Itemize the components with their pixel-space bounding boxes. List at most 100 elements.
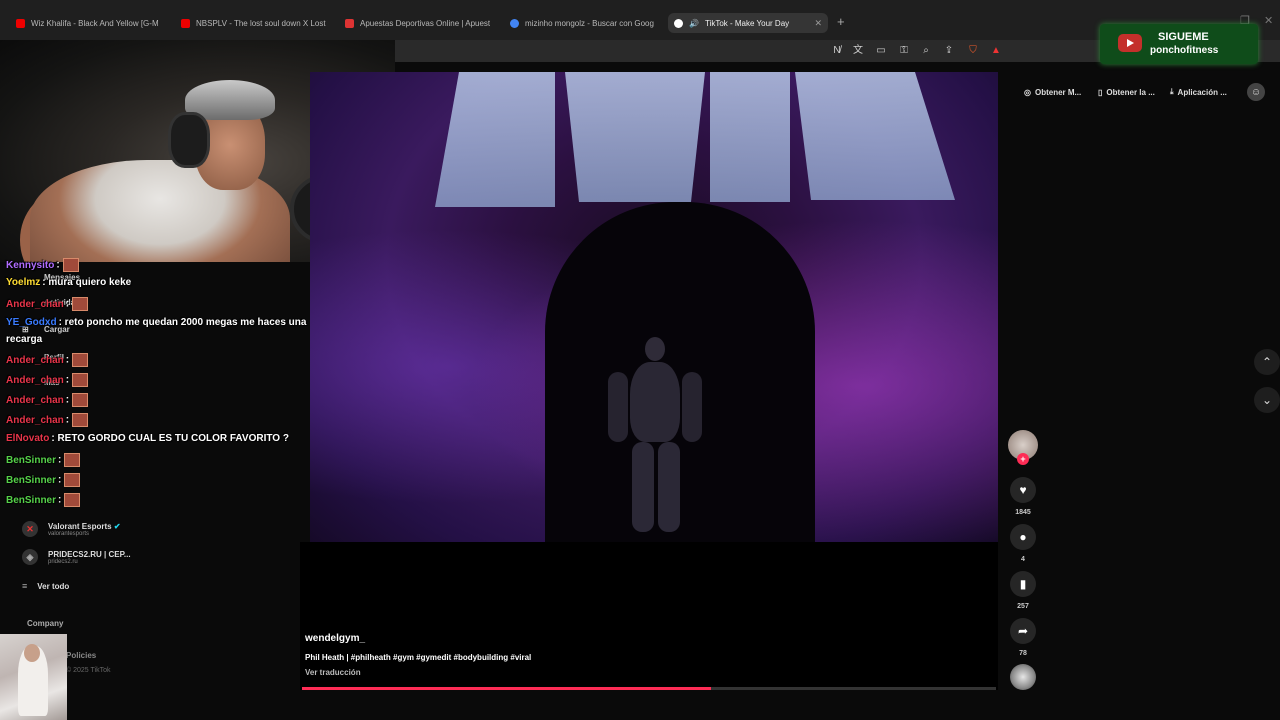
tab-0[interactable]: Wiz Khalifa - Black And Yellow [G-M xyxy=(10,13,170,33)
cast-icon[interactable]: ▭ xyxy=(874,44,888,58)
action-label: Aplicación ... xyxy=(1177,87,1227,97)
banner-channel: ponchofitness xyxy=(1150,45,1219,56)
chat-text: : xyxy=(58,494,62,506)
chat-username[interactable]: Yoelmz xyxy=(6,277,40,288)
chat-message: recarga xyxy=(6,334,42,345)
chat-username[interactable]: Ander_chan xyxy=(6,395,64,406)
save-count: 257 xyxy=(1017,603,1029,610)
key-icon[interactable]: ⚿ xyxy=(897,44,911,58)
footer-company[interactable]: Company xyxy=(27,619,63,628)
video-author[interactable]: wendelgym_ xyxy=(305,633,365,644)
chat-username[interactable]: YE_Godxd xyxy=(6,317,57,328)
chat-text: : mura quiero keke xyxy=(42,277,132,288)
footer-copyright: © 2025 TikTok xyxy=(66,667,111,674)
chevron-up-icon: ⌃ xyxy=(1261,355,1273,369)
pridecs2-avatar-icon: ◈ xyxy=(22,549,38,565)
close-tab-icon[interactable]: ✕ xyxy=(814,18,822,29)
see-all-label: Ver todo xyxy=(37,581,70,591)
save-button[interactable]: ▮ xyxy=(1010,571,1036,597)
tab-title: Wiz Khalifa - Black And Yellow [G-M xyxy=(31,18,159,28)
chat-message: BenSinner: xyxy=(6,453,81,467)
brave-shield-icon[interactable]: ⛉ xyxy=(966,44,980,58)
desktop-app-button[interactable]: ⤓ Aplicación ... xyxy=(1170,84,1227,100)
coin-icon: ◎ xyxy=(1024,87,1031,97)
bookmark-icon: ▮ xyxy=(1019,577,1027,591)
close-window-icon[interactable]: ✕ xyxy=(1264,14,1273,27)
bodybuilder-figure xyxy=(600,332,710,532)
video-player[interactable] xyxy=(310,72,998,542)
music-disc-icon[interactable] xyxy=(1010,664,1036,690)
chat-username[interactable]: Ander_chan xyxy=(6,355,64,366)
tab-1[interactable]: NBSPLV - The lost soul down X Lost xyxy=(175,13,335,33)
get-app-button[interactable]: ▯ Obtener la ... xyxy=(1098,84,1155,100)
chat-text: : RETO GORDO CUAL ES TU COLOR FAVORITO ? xyxy=(51,433,289,444)
follow-plus-icon[interactable]: + xyxy=(1017,453,1029,465)
chat-text: : xyxy=(58,454,62,466)
tab-title: NBSPLV - The lost soul down X Lost xyxy=(196,18,326,28)
brave-rewards-icon[interactable]: ▲ xyxy=(989,44,1003,58)
browser-tab-strip: Wiz Khalifa - Black And Yellow [G-M NBSP… xyxy=(0,0,1280,40)
sidebar-account-pridecs2[interactable]: ◈ PRIDECS2.RU | CEP... pridecs2.ru xyxy=(22,549,131,565)
bb-leg-left xyxy=(632,442,654,532)
chat-message: Ander_chan: xyxy=(6,297,89,311)
emote-icon xyxy=(72,353,89,367)
chat-username[interactable]: BenSinner xyxy=(6,475,56,486)
profile-avatar-icon[interactable]: ☺ xyxy=(1247,83,1265,101)
tab-3[interactable]: mizinho mongolz - Buscar con Goog xyxy=(504,13,664,33)
chat-text: : xyxy=(65,298,70,310)
next-video-button[interactable]: ⌄ xyxy=(1254,387,1280,413)
chat-message: Yoelmz: mura quiero keke xyxy=(6,277,131,288)
emote-icon xyxy=(64,453,81,467)
see-all-button[interactable]: ≡ Ver todo xyxy=(22,581,69,591)
chat-message: YE_Godxd: reto poncho me quedan 2000 meg… xyxy=(6,317,306,328)
share-icon[interactable]: ⇪ xyxy=(942,44,956,58)
stage-logo-m-right-stem xyxy=(710,72,790,202)
chat-message: ElNovato: RETO GORDO CUAL ES TU COLOR FA… xyxy=(6,433,289,444)
tiktok-icon xyxy=(674,18,683,28)
list-icon: ≡ xyxy=(22,581,28,591)
chat-username[interactable]: Ander_chan xyxy=(6,415,64,426)
emote-icon xyxy=(72,373,89,387)
tab-title: Apuestas Deportivas Online | Apuest xyxy=(360,18,491,28)
zoom-icon[interactable]: ⌕ xyxy=(919,44,933,58)
bb-leg-right xyxy=(658,442,680,532)
bb-arm-left xyxy=(608,372,628,442)
see-translation-link[interactable]: Ver traducción xyxy=(305,668,361,677)
bb-torso xyxy=(630,362,680,442)
heart-icon: ♥ xyxy=(1019,483,1027,497)
video-progress-bar[interactable] xyxy=(302,687,996,690)
like-count: 1845 xyxy=(1015,509,1031,516)
footer-policies[interactable]: Policies xyxy=(66,651,96,660)
chat-text: : reto poncho me quedan 2000 megas me ha… xyxy=(58,317,307,328)
chat-username[interactable]: Ander_chan xyxy=(6,375,64,386)
previous-video-button[interactable]: ⌃ xyxy=(1254,349,1280,375)
photo-face xyxy=(24,644,40,662)
emote-icon xyxy=(72,297,89,311)
chat-username[interactable]: BenSinner xyxy=(6,495,56,506)
chat-username[interactable]: Ander_chan xyxy=(6,299,64,310)
chat-text: recarga xyxy=(6,334,43,345)
chat-text: : xyxy=(65,354,70,366)
tab-2[interactable]: Apuestas Deportivas Online | Apuest xyxy=(339,13,499,33)
bb-arm-right xyxy=(682,372,702,442)
emote-icon xyxy=(64,473,81,487)
translate-icon[interactable]: 文 xyxy=(851,44,865,58)
follow-banner: SIGUEME ponchofitness xyxy=(1100,24,1258,64)
chat-username[interactable]: Kennysito xyxy=(6,260,54,271)
share-button[interactable]: ➦ xyxy=(1010,618,1036,644)
like-button[interactable]: ♥ xyxy=(1010,477,1036,503)
no-translate-icon[interactable]: N̸ xyxy=(830,44,844,58)
chat-username[interactable]: ElNovato xyxy=(6,433,49,444)
chat-username[interactable]: BenSinner xyxy=(6,455,56,466)
chat-message: BenSinner: xyxy=(6,493,81,507)
streamer-photo-overlay xyxy=(0,634,67,720)
new-tab-button[interactable]: + xyxy=(837,14,845,29)
share-count: 78 xyxy=(1019,650,1027,657)
comment-count: 4 xyxy=(1021,556,1025,563)
comment-button[interactable]: ● xyxy=(1010,524,1036,550)
emote-icon xyxy=(64,493,81,507)
get-coins-button[interactable]: ◎ Obtener M... xyxy=(1024,84,1081,100)
sidebar-account-valorant[interactable]: ✕ Valorant Esports ✔ valorantesports xyxy=(22,521,121,537)
tab-title: TikTok - Make Your Day xyxy=(704,18,790,28)
tab-4-active[interactable]: 🔊 TikTok - Make Your Day ✕ xyxy=(668,13,828,33)
